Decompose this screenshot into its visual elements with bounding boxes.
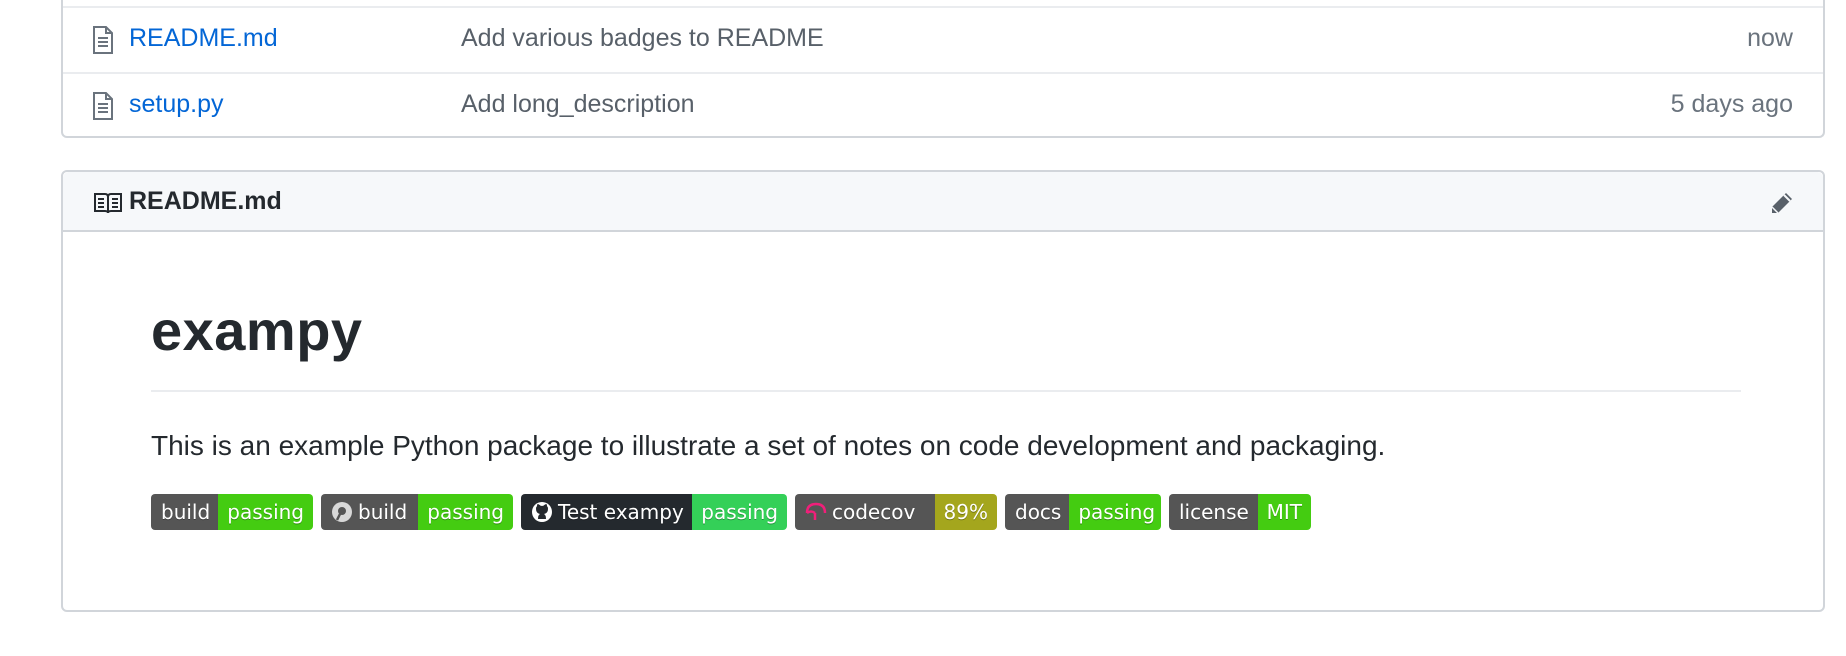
commit-age: 5 days ago <box>1670 90 1793 118</box>
readme-heading: exampy <box>151 299 363 362</box>
badge-value: passing <box>218 494 313 530</box>
badge-label: docs <box>1005 494 1070 530</box>
badge-value: passing <box>1069 494 1161 530</box>
appveyor-badge[interactable]: build passing <box>321 494 513 530</box>
badge-label: Test exampy <box>558 500 684 524</box>
badge-label: build <box>358 500 408 524</box>
file-name-link[interactable]: README.md <box>129 24 278 53</box>
badge-label: codecov <box>832 500 916 524</box>
badge-value: MIT <box>1257 494 1311 530</box>
file-row: README.md Add various badges to README n… <box>63 6 1823 72</box>
readme-header: README.md <box>63 172 1823 232</box>
file-row: setup.py Add long_description 5 days ago <box>63 72 1823 138</box>
commit-age: now <box>1747 24 1793 52</box>
github-actions-badge[interactable]: Test exampy passing <box>521 494 787 530</box>
github-icon <box>532 502 552 522</box>
badge-label: license <box>1169 494 1258 530</box>
badge-label-wrap: codecov <box>795 494 935 530</box>
readme-panel: README.md exampy This is an example Pyth… <box>61 170 1825 612</box>
badge-value: 89% <box>934 494 997 530</box>
pencil-icon[interactable] <box>1769 190 1795 216</box>
badge-label: build <box>151 494 219 530</box>
commit-message-link[interactable]: Add various badges to README <box>461 24 824 53</box>
badge-value: passing <box>418 494 513 530</box>
codecov-badge[interactable]: codecov 89% <box>795 494 997 530</box>
appveyor-icon <box>332 502 352 522</box>
badge-label-wrap: Test exampy <box>521 494 693 530</box>
book-icon <box>94 193 122 214</box>
badge-value: passing <box>692 494 787 530</box>
file-name-link[interactable]: setup.py <box>129 90 224 119</box>
codecov-icon <box>805 502 827 520</box>
heading-divider <box>151 390 1741 392</box>
docs-badge[interactable]: docs passing <box>1005 494 1161 530</box>
commit-message-link[interactable]: Add long_description <box>461 90 695 119</box>
license-badge[interactable]: license MIT <box>1169 494 1311 530</box>
readme-description: This is an example Python package to ill… <box>151 430 1386 461</box>
file-list: README.md Add various badges to README n… <box>61 0 1825 138</box>
badge-label-wrap: build <box>321 494 419 530</box>
build-badge[interactable]: build passing <box>151 494 313 530</box>
readme-title: README.md <box>129 187 282 215</box>
file-icon <box>93 26 113 54</box>
file-icon <box>93 92 113 120</box>
